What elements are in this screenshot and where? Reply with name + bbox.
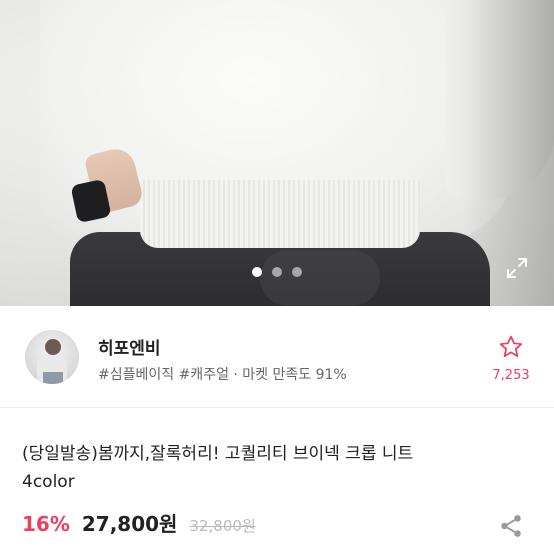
expand-icon (507, 258, 527, 278)
price-row: 16% 27,800원 32,800원 (22, 508, 256, 538)
avatar-detail (45, 339, 61, 355)
seller-tags: #심플베이직 #캐주얼 · 마켓 만족도 91% (98, 367, 347, 383)
seller-avatar[interactable] (25, 330, 79, 384)
sale-price: 27,800원 (81, 512, 178, 536)
product-image[interactable] (0, 0, 554, 306)
image-detail (140, 180, 420, 248)
wishlist-count: 7,253 (492, 368, 530, 383)
product-title-line2: 4color (22, 472, 75, 492)
carousel-indicator (0, 267, 554, 279)
product-title: (당일발송)봄까지,잘록허리! 고퀄리티 브이넥 크롭 니트 4color (22, 440, 534, 496)
seller-name[interactable]: 히포엔비 (98, 334, 161, 359)
carousel-dot-3[interactable] (292, 267, 302, 277)
star-outline-icon (499, 335, 523, 357)
carousel-dot-1[interactable] (252, 267, 262, 277)
wishlist-button[interactable]: 7,253 (486, 334, 536, 388)
share-icon (501, 515, 521, 537)
product-title-line1: (당일발송)봄까지,잘록허리! 고퀄리티 브이넥 크롭 니트 (22, 444, 414, 464)
avatar-detail (43, 372, 63, 384)
discount-rate: 16% (22, 512, 70, 536)
expand-button[interactable] (503, 254, 531, 282)
carousel-dot-2[interactable] (272, 267, 282, 277)
original-price: 32,800원 (189, 517, 256, 535)
seller-section[interactable]: 히포엔비 #심플베이직 #캐주얼 · 마켓 만족도 91% 7,253 (0, 306, 554, 408)
share-button[interactable] (498, 512, 524, 540)
